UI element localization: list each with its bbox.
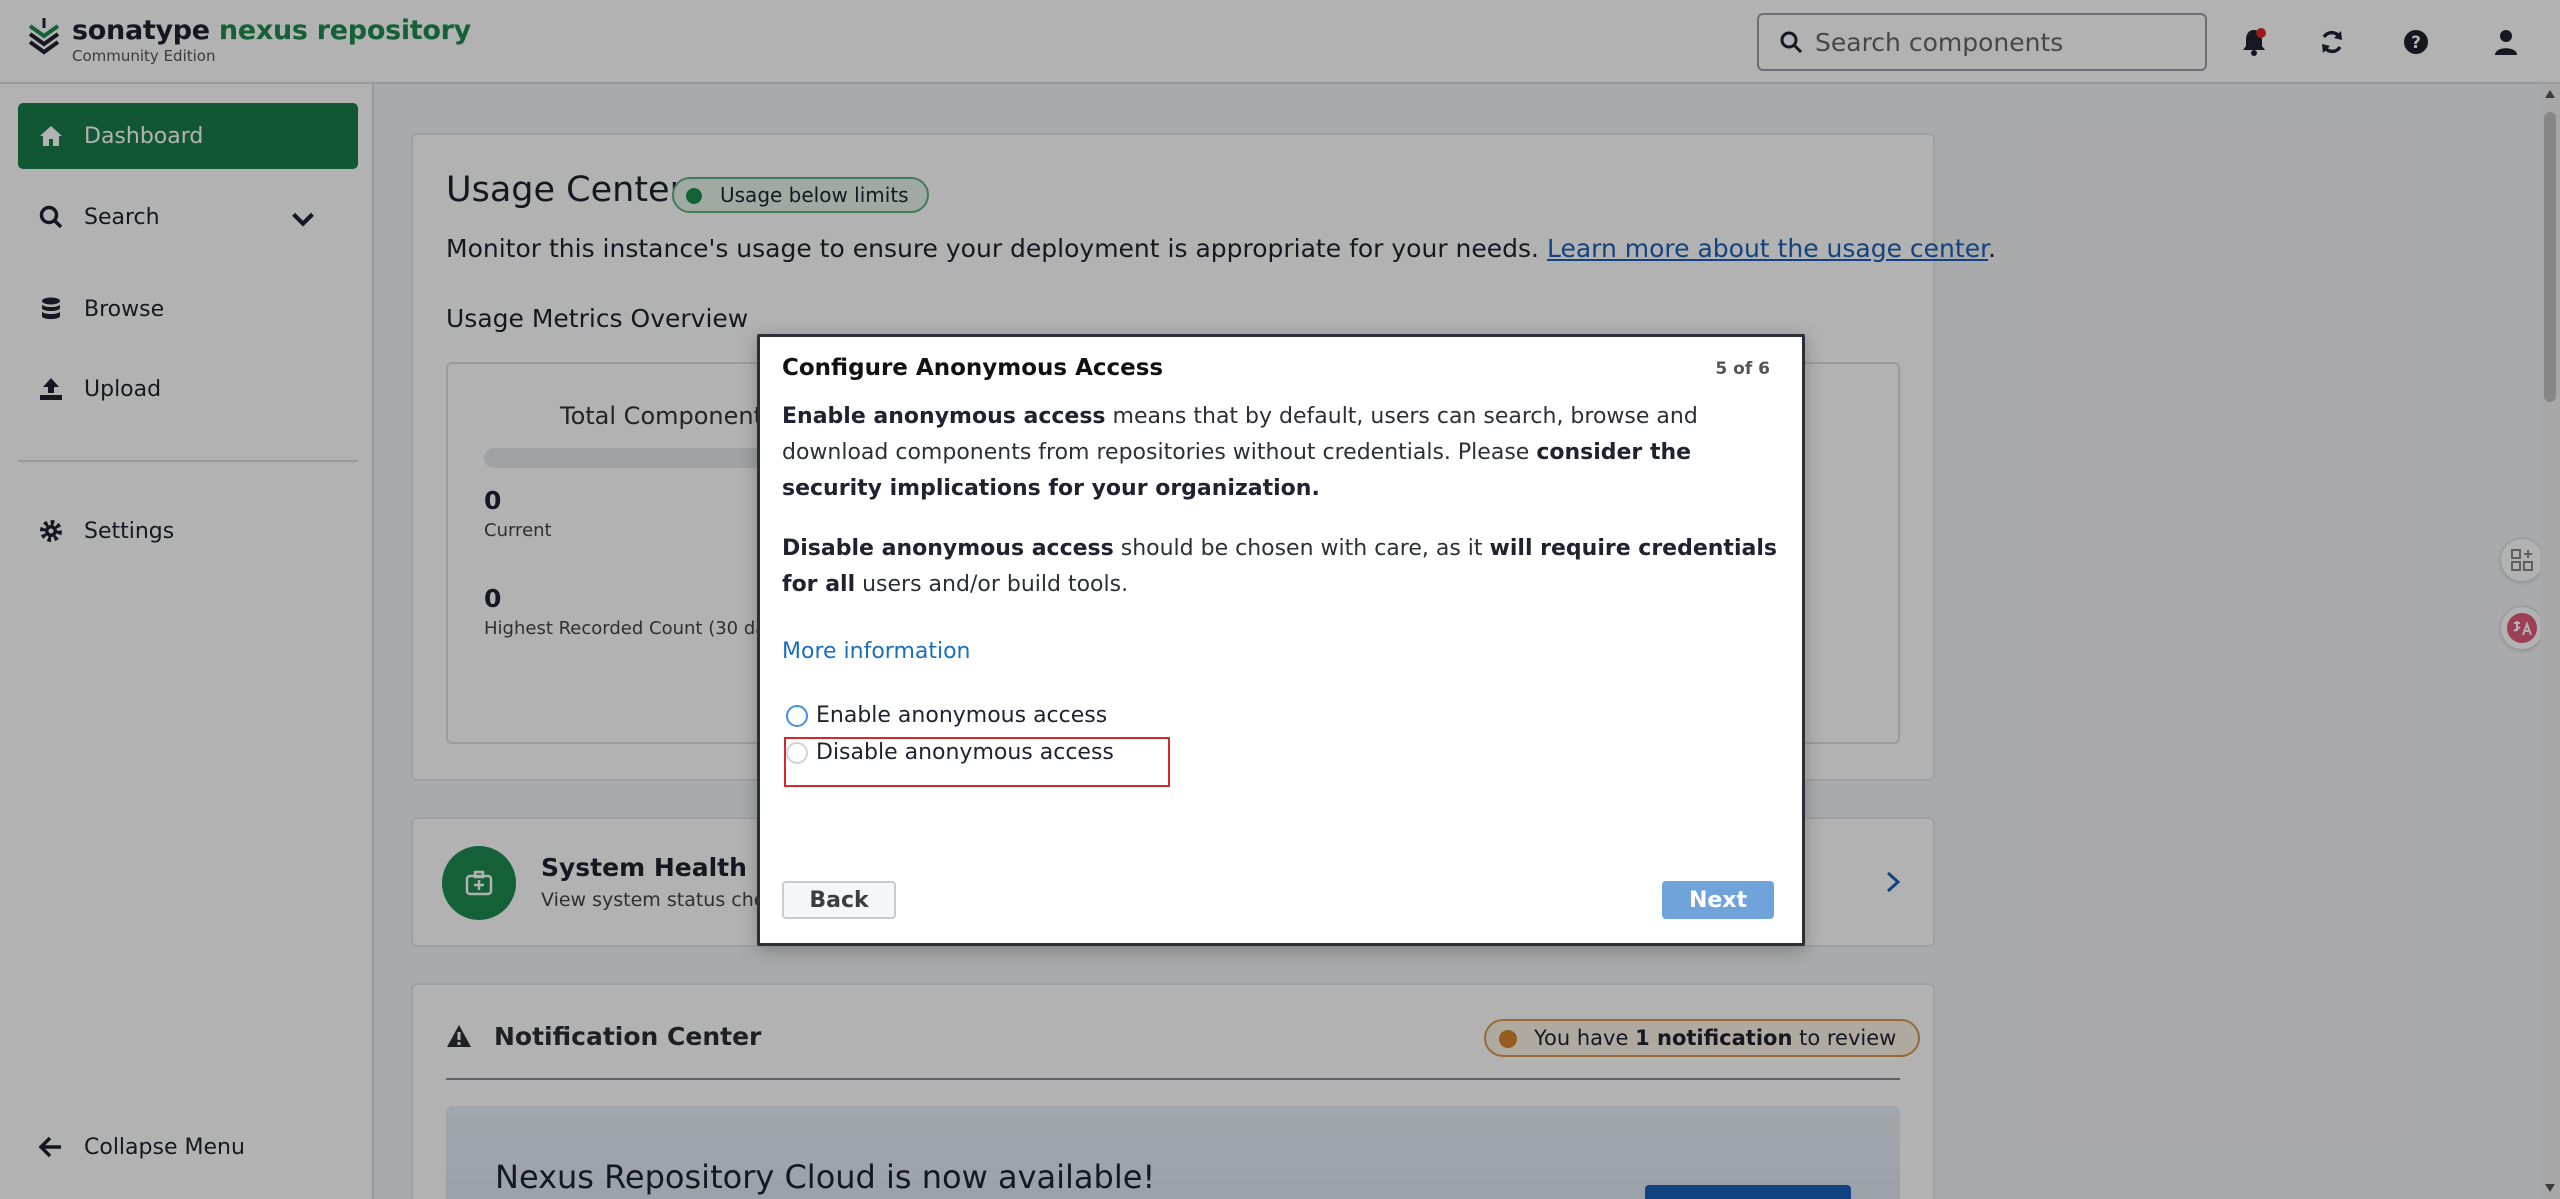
highlight-box [784, 737, 1170, 787]
enable-anonymous-radio[interactable] [786, 704, 808, 727]
disable-description: Disable anonymous access should be chose… [782, 536, 1777, 597]
next-button[interactable]: Next [1662, 881, 1774, 919]
enable-anonymous-label: Enable anonymous access [816, 703, 1108, 728]
enable-anonymous-option[interactable]: Enable anonymous access [786, 703, 1107, 728]
more-information-link[interactable]: More information [782, 639, 971, 664]
back-button[interactable]: Back [782, 881, 896, 919]
enable-description: Enable anonymous access means that by de… [782, 404, 1698, 501]
dialog-title: Configure Anonymous Access [782, 355, 1164, 381]
wizard-step-indicator: 5 of 6 [1715, 359, 1770, 379]
configure-anonymous-access-dialog: Configure Anonymous Access 5 of 6 Enable… [757, 334, 1805, 946]
